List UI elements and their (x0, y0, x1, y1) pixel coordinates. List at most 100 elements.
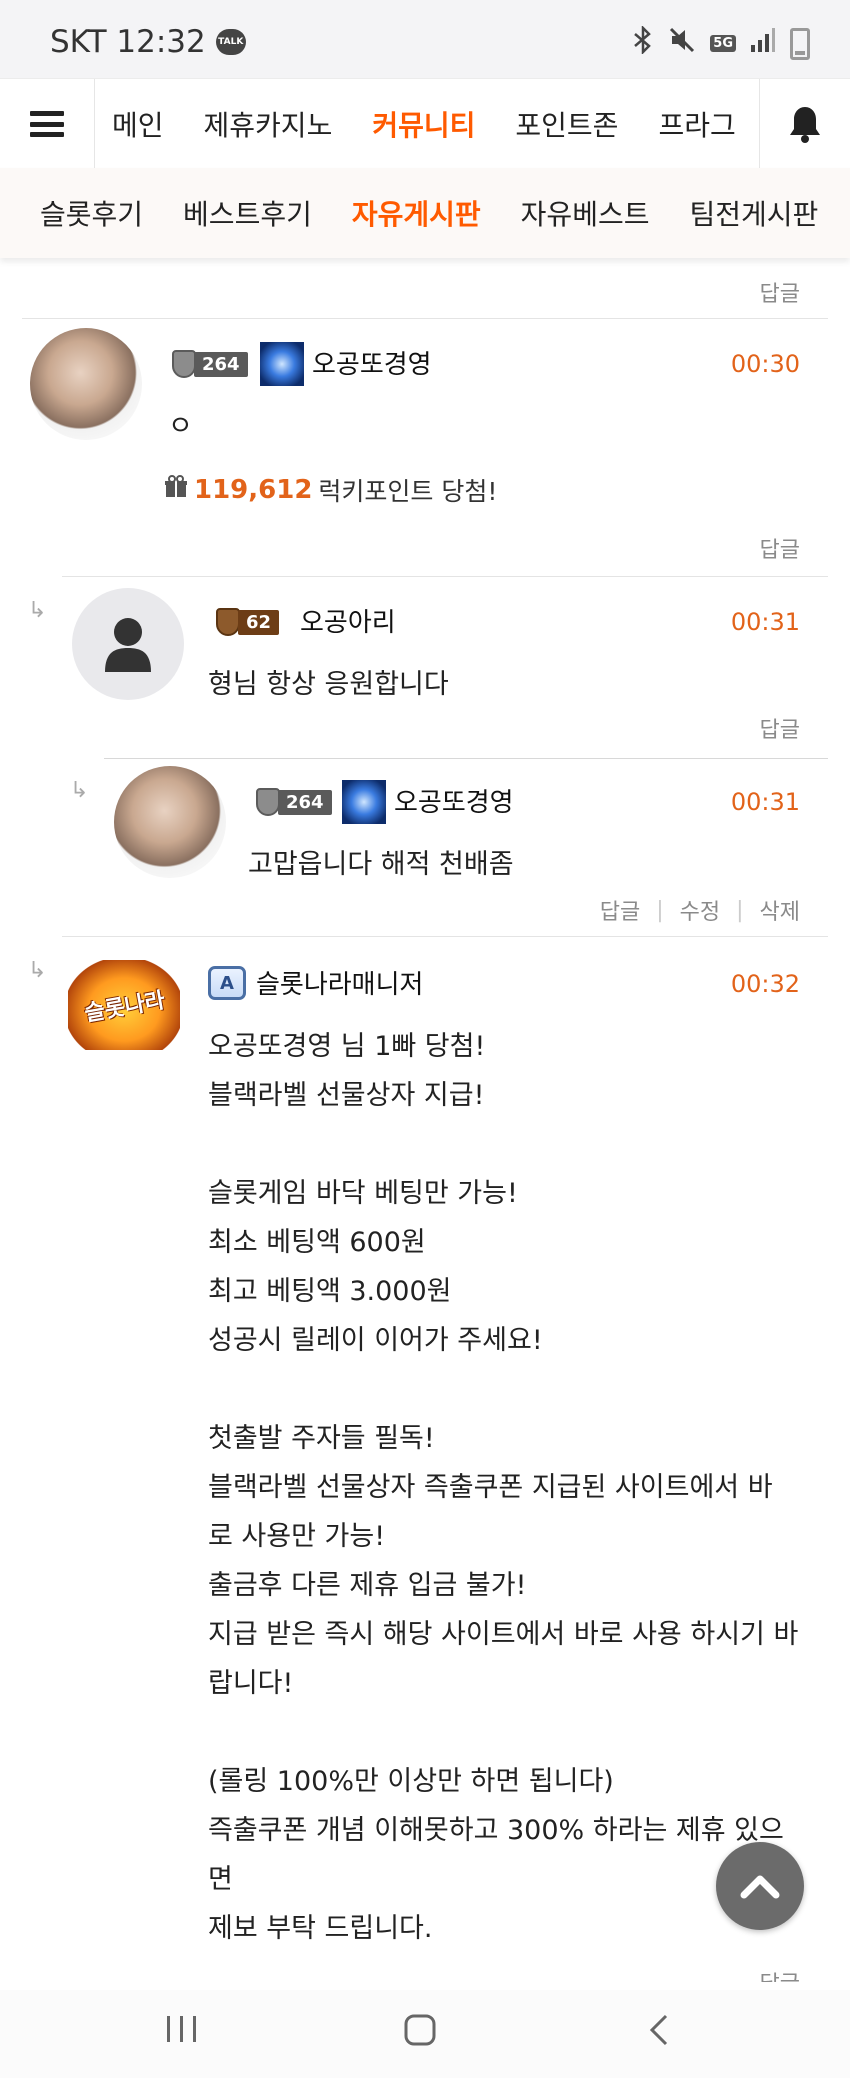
tab-best-review[interactable]: 베스트후기 (183, 193, 312, 233)
username[interactable]: 오공또경영 (312, 344, 432, 381)
reply-button[interactable]: 답글 (760, 1966, 800, 1982)
comment-body: 오공또경영 님 1빠 당첨! 블랙라벨 선물상자 지급! 슬롯게임 바닥 베팅만 가… (208, 1022, 808, 1953)
main-nav: 메인 제휴카지노 커뮤니티 포인트존 프라그 (0, 78, 850, 170)
default-user-icon (105, 618, 151, 672)
site-logo-avatar[interactable]: 슬롯나라 (68, 960, 180, 1050)
comment-line: 즉출쿠폰 개념 이해못하고 300% 하라는 제휴 있으 (208, 1815, 784, 1846)
recent-apps-icon (167, 2016, 196, 2042)
level-number: 62 (238, 609, 280, 635)
level-shield-icon (256, 788, 280, 816)
scroll-to-top-button[interactable] (716, 1842, 804, 1930)
back-button[interactable] (646, 2012, 670, 2052)
rank-icon (260, 342, 304, 386)
divider (104, 758, 828, 759)
comment-line: 최고 베팅액 3.000원 (208, 1276, 452, 1307)
nav-item-point-zone[interactable]: 포인트존 (515, 104, 618, 144)
level-number: 264 (278, 789, 332, 815)
comment-line: 블랙라벨 선물상자 지급! (208, 1080, 485, 1111)
avatar[interactable] (114, 766, 226, 878)
admin-badge-icon: A (208, 966, 246, 1000)
level-badge: 264 (172, 348, 248, 380)
tab-free-board[interactable]: 자유게시판 (352, 193, 481, 233)
kakaotalk-icon: TALK (215, 29, 246, 55)
comment-time: 00:32 (730, 970, 800, 998)
tab-free-best[interactable]: 자유베스트 (521, 193, 650, 233)
site-logo-text: 슬롯나라 (82, 988, 167, 1027)
level-shield-icon (172, 350, 196, 378)
comment-line: 오공또경영 님 1빠 당첨! (208, 1031, 486, 1062)
reply-button[interactable]: 답글 (600, 894, 640, 926)
battery-icon (790, 27, 810, 60)
username[interactable]: 오공아리 (300, 602, 396, 639)
lucky-point-amount: 119,612 (194, 475, 313, 505)
system-nav-bar (0, 1990, 850, 2078)
tab-team-board[interactable]: 팀전게시판 (689, 193, 818, 233)
mute-icon (668, 26, 696, 61)
recent-apps-button[interactable] (164, 2012, 200, 2050)
username[interactable]: 슬롯나라매니저 (256, 964, 423, 1001)
comment-time: 00:31 (730, 608, 800, 636)
comment-line: 랍니다! (208, 1668, 294, 1699)
comment-line: 슬롯게임 바닥 베팅만 가능! (208, 1178, 518, 1209)
level-number: 264 (194, 351, 248, 377)
comment-line: (롤링 100%만 이상만 하면 됩니다) (208, 1766, 614, 1797)
network-5g-icon: 5G (710, 35, 736, 52)
divider (62, 576, 828, 577)
home-button[interactable] (402, 2012, 438, 2052)
gift-icon (164, 475, 188, 505)
nav-item-partner-casino[interactable]: 제휴카지노 (204, 104, 333, 144)
hamburger-icon (30, 111, 64, 137)
bluetooth-icon (632, 24, 654, 61)
comment-text: 고맙읍니다 해적 천배좀 (248, 849, 514, 880)
comment-line: 성공시 릴레이 이어가 주세요! (208, 1325, 543, 1356)
reply-button[interactable]: 답글 (760, 276, 800, 308)
action-separator: | (656, 897, 664, 923)
status-bar: SKT 12:32 TALK 5G (0, 0, 850, 78)
avatar[interactable] (30, 328, 142, 440)
chevron-up-icon (740, 1875, 780, 1899)
notification-button[interactable] (759, 79, 850, 169)
comment-text: ㅇ (168, 411, 193, 442)
nav-item-prag[interactable]: 프라그 (658, 104, 735, 144)
menu-button[interactable] (0, 79, 95, 169)
level-shield-icon (216, 608, 240, 636)
comment-line: 첫출발 주자들 필독! (208, 1423, 435, 1454)
lucky-point-text: 럭키포인트 당첨! (318, 477, 498, 506)
reply-arrow-icon: ↳ (70, 778, 89, 803)
divider (62, 936, 828, 937)
level-badge: 264 (256, 786, 332, 818)
back-icon (649, 2014, 668, 2046)
carrier-time: SKT 12:32 (50, 24, 206, 60)
level-badge: 62 (216, 606, 280, 638)
comment-time: 00:30 (730, 350, 800, 378)
bell-icon (790, 107, 820, 143)
comment-line: 제보 부탁 드립니다. (208, 1913, 433, 1944)
lucky-point-notice: 119,612 럭키포인트 당첨! (164, 472, 497, 508)
delete-button[interactable]: 삭제 (760, 894, 800, 926)
home-icon (404, 2014, 436, 2046)
comment-time: 00:31 (730, 788, 800, 816)
reply-arrow-icon: ↳ (28, 598, 47, 623)
main-nav-items: 메인 제휴카지노 커뮤니티 포인트존 프라그 (94, 79, 758, 169)
comment-actions: 답글 | 수정 | 삭제 (600, 894, 800, 926)
avatar[interactable] (72, 588, 184, 700)
edit-button[interactable]: 수정 (680, 894, 720, 926)
divider (22, 318, 828, 319)
nav-item-community[interactable]: 커뮤니티 (372, 104, 475, 144)
comment-text: 형님 항상 응원합니다 (208, 669, 449, 700)
comment-line: 지급 받은 즉시 해당 사이트에서 바로 사용 하시기 바 (208, 1619, 799, 1650)
reply-button[interactable]: 답글 (760, 712, 800, 744)
signal-icon (750, 27, 776, 60)
username[interactable]: 오공또경영 (394, 782, 514, 819)
comment-line: 출금후 다른 제휴 입금 불가! (208, 1570, 527, 1601)
sub-nav: 슬롯후기 베스트후기 자유게시판 자유베스트 팀전게시판 (0, 168, 850, 258)
reply-button[interactable]: 답글 (760, 532, 800, 564)
nav-item-main[interactable]: 메인 (112, 104, 164, 144)
rank-icon (342, 780, 386, 824)
tab-slot-review[interactable]: 슬롯후기 (40, 193, 143, 233)
comment-line: 로 사용만 가능! (208, 1521, 386, 1552)
comment-line: 최소 베팅액 600원 (208, 1227, 426, 1258)
